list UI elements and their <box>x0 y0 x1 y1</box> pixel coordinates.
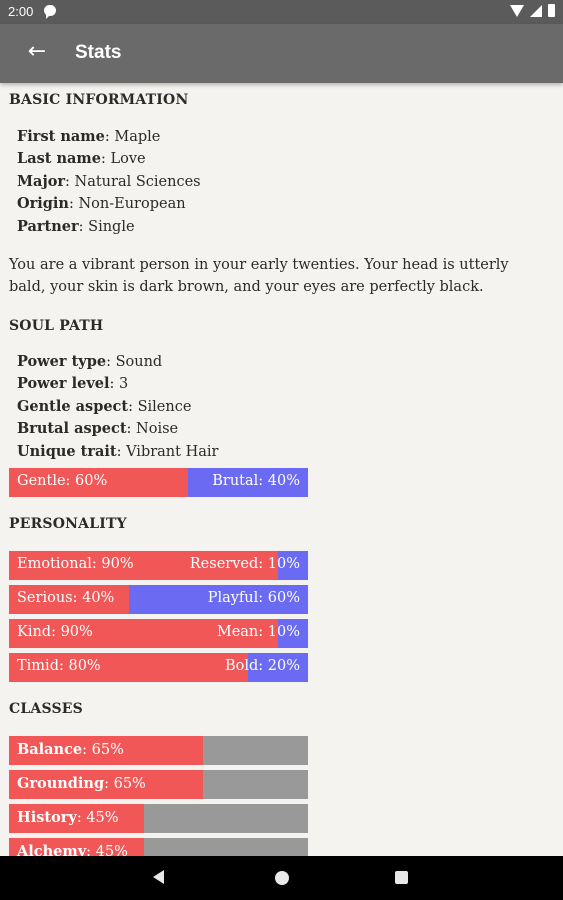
field-label: Unique trait <box>17 443 117 460</box>
class-value: : 65% <box>82 742 124 758</box>
bar-label: Grounding: 65% <box>17 775 146 792</box>
basic-information-title: BASIC INFORMATION <box>9 92 189 108</box>
stats-content[interactable]: BASIC INFORMATION First name: Maple Last… <box>0 83 563 856</box>
field-value: : Sound <box>106 354 163 370</box>
personality-bar-timid: Timid: 80% Bold: 20% <box>9 653 308 682</box>
bar-empty <box>143 804 308 833</box>
bar-empty <box>203 770 308 799</box>
personality-bar-kind: Kind: 90% Mean: 10% <box>9 619 308 648</box>
field-label: Major <box>17 173 66 190</box>
class-bar-balance: Balance: 65% <box>9 736 308 765</box>
bar-label: Balance: 65% <box>17 741 124 758</box>
status-bar: 2:00 <box>0 0 563 24</box>
field-unique-trait: Unique trait: Vibrant Hair <box>17 443 218 460</box>
bar-empty <box>143 838 308 856</box>
nav-recents-icon[interactable] <box>395 871 408 884</box>
soul-path-title: SOUL PATH <box>9 318 104 334</box>
field-value: : 3 <box>109 376 129 392</box>
class-value: : 45% <box>86 844 128 856</box>
signal-icon <box>530 4 542 17</box>
field-power-type: Power type: Sound <box>17 353 162 370</box>
character-description: You are a vibrant person in your early t… <box>9 257 509 295</box>
bar-left-label: Timid: 80% <box>17 658 101 674</box>
bar-label: Alchemy: 45% <box>17 843 128 856</box>
battery-icon <box>548 4 555 17</box>
bar-right-label: Bold: 20% <box>224 658 300 674</box>
field-label: Origin <box>17 195 69 212</box>
bar-right-label: Playful: 60% <box>207 590 300 606</box>
field-label: Brutal aspect <box>17 420 127 437</box>
status-icons <box>510 4 555 17</box>
gentle-brutal-bar: Gentle: 60% Brutal: 40% <box>9 468 308 497</box>
bar-left-label: Gentle: 60% <box>17 473 108 489</box>
field-partner: Partner: Single <box>17 218 135 235</box>
bar-right-label: Mean: 10% <box>216 624 300 640</box>
field-gentle-aspect: Gentle aspect: Silence <box>17 398 191 415</box>
field-last-name: Last name: Love <box>17 150 146 167</box>
class-bar-history: History: 45% <box>9 804 308 833</box>
app-bar: ← Stats <box>0 24 563 83</box>
field-label: Power level <box>17 375 110 392</box>
field-value: : Single <box>78 219 135 235</box>
field-value: : Silence <box>128 399 192 415</box>
field-value: : Love <box>101 151 146 167</box>
class-value: : 45% <box>76 810 119 826</box>
field-label: Gentle aspect <box>17 398 129 415</box>
back-arrow-icon[interactable]: ← <box>22 38 52 68</box>
personality-title: PERSONALITY <box>9 516 127 532</box>
nav-back-icon[interactable] <box>153 870 164 884</box>
field-value: : Non-European <box>68 196 186 212</box>
class-name: Balance <box>17 741 83 758</box>
field-label: Partner <box>17 218 79 235</box>
field-value: : Natural Sciences <box>65 174 201 190</box>
field-origin: Origin: Non-European <box>17 195 186 212</box>
field-brutal-aspect: Brutal aspect: Noise <box>17 420 178 437</box>
field-label: Power type <box>17 353 107 370</box>
field-power-level: Power level: 3 <box>17 375 128 392</box>
class-name: History <box>17 809 77 826</box>
class-bar-alchemy: Alchemy: 45% <box>9 838 308 856</box>
field-major: Major: Natural Sciences <box>17 173 201 190</box>
class-name: Alchemy <box>17 843 87 856</box>
class-name: Grounding <box>17 775 105 792</box>
personality-bar-emotional: Emotional: 90% Reserved: 10% <box>9 551 308 580</box>
field-first-name: First name: Maple <box>17 128 160 145</box>
status-time: 2:00 <box>8 4 34 19</box>
class-bar-grounding: Grounding: 65% <box>9 770 308 799</box>
bar-left-label: Serious: 40% <box>17 590 115 606</box>
field-value: : Noise <box>126 421 179 437</box>
class-value: : 65% <box>104 776 146 792</box>
bar-empty <box>203 736 308 765</box>
message-icon <box>44 5 56 19</box>
navigation-bar <box>0 856 563 900</box>
page-title: Stats <box>75 42 122 63</box>
nav-home-icon[interactable] <box>275 871 289 885</box>
bar-left-label: Emotional: 90% <box>17 556 134 572</box>
field-label: Last name <box>17 150 102 167</box>
bar-right-label: Reserved: 10% <box>189 556 300 572</box>
field-label: First name <box>17 128 105 145</box>
bar-left-label: Kind: 90% <box>17 624 93 640</box>
classes-title: CLASSES <box>9 701 83 717</box>
field-value: : Maple <box>104 129 161 145</box>
bar-label: History: 45% <box>17 809 119 826</box>
wifi-icon <box>510 4 524 17</box>
personality-bar-serious: Serious: 40% Playful: 60% <box>9 585 308 614</box>
field-value: : Vibrant Hair <box>116 444 219 460</box>
bar-right-label: Brutal: 40% <box>212 473 300 489</box>
